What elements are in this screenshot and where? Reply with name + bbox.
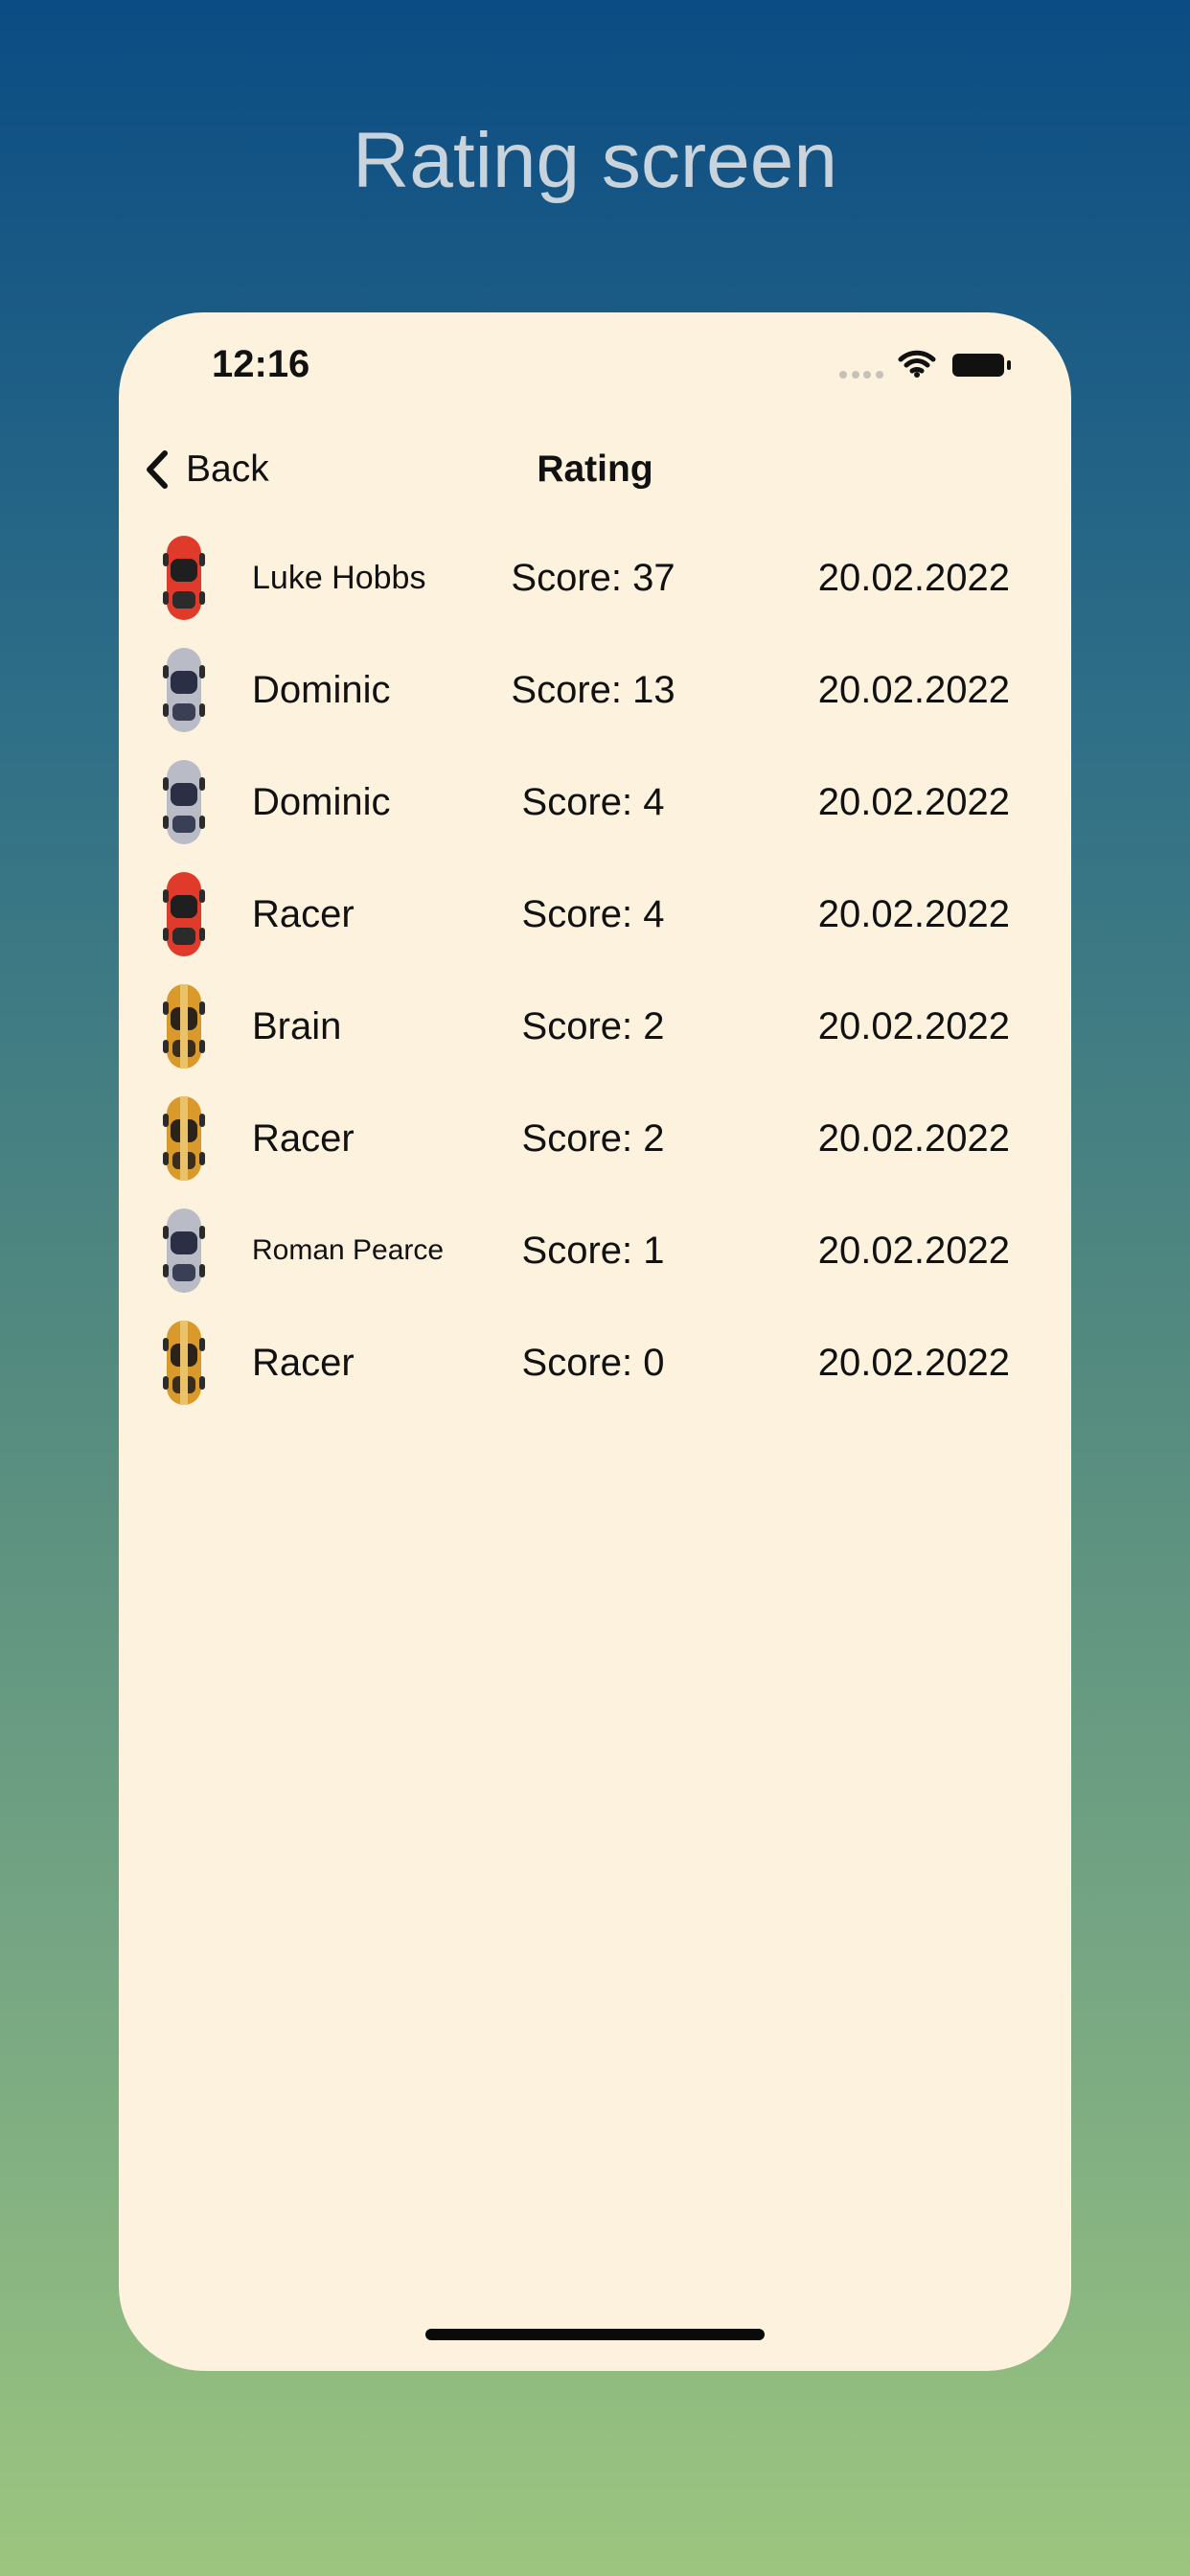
player-date: 20.02.2022 — [817, 1229, 1010, 1272]
player-score: Score: 1 — [521, 1229, 665, 1272]
player-date: 20.02.2022 — [817, 892, 1010, 935]
player-score: Score: 0 — [521, 1341, 665, 1384]
navigation-title: Rating — [537, 448, 653, 490]
battery-icon — [952, 354, 1011, 377]
wifi-icon — [898, 350, 936, 378]
player-score: Score: 4 — [521, 892, 665, 935]
silver-car-icon — [163, 648, 205, 732]
player-date: 20.02.2022 — [817, 1004, 1010, 1047]
player-score: Score: 2 — [521, 1004, 665, 1047]
player-name: Racer — [252, 1116, 355, 1160]
table-row: Racer Score: 0 20.02.2022 — [119, 1307, 1071, 1419]
player-name: Roman Pearce — [252, 1234, 445, 1266]
red-car-icon — [163, 536, 205, 620]
player-name: Dominic — [252, 668, 391, 711]
yellow-car-icon — [163, 1321, 205, 1405]
table-row: Racer Score: 2 20.02.2022 — [119, 1083, 1071, 1195]
player-score: Score: 2 — [521, 1116, 665, 1160]
table-row: Dominic Score: 13 20.02.2022 — [119, 634, 1071, 747]
phone-screen: 12:16 Back Rating Luke Hobbs Score: 37 2… — [119, 312, 1071, 2371]
cellular-signal-icon — [839, 371, 883, 379]
table-row: Dominic Score: 4 20.02.2022 — [119, 747, 1071, 859]
player-name: Brain — [252, 1004, 342, 1047]
rating-list: Luke Hobbs Score: 37 20.02.2022 Dominic … — [119, 522, 1071, 1419]
player-date: 20.02.2022 — [817, 1116, 1010, 1160]
player-score: Score: 37 — [511, 556, 675, 599]
player-date: 20.02.2022 — [817, 1341, 1010, 1384]
red-car-icon — [163, 872, 205, 956]
player-score: Score: 13 — [511, 668, 675, 711]
silver-car-icon — [163, 1208, 205, 1293]
player-score: Score: 4 — [521, 780, 665, 823]
table-row: Luke Hobbs Score: 37 20.02.2022 — [119, 522, 1071, 634]
player-date: 20.02.2022 — [817, 668, 1010, 711]
player-name: Racer — [252, 1341, 355, 1384]
table-row: Racer Score: 4 20.02.2022 — [119, 859, 1071, 971]
player-name: Dominic — [252, 780, 391, 823]
page-heading: Rating screen — [353, 117, 837, 204]
table-row: Roman Pearce Score: 1 20.02.2022 — [119, 1195, 1071, 1307]
status-time: 12:16 — [212, 343, 310, 385]
player-name: Racer — [252, 892, 355, 935]
yellow-car-icon — [163, 984, 205, 1069]
player-date: 20.02.2022 — [817, 556, 1010, 599]
home-indicator[interactable] — [425, 2329, 765, 2340]
player-date: 20.02.2022 — [817, 780, 1010, 823]
silver-car-icon — [163, 760, 205, 844]
player-name: Luke Hobbs — [252, 559, 426, 596]
table-row: Brain Score: 2 20.02.2022 — [119, 971, 1071, 1083]
yellow-car-icon — [163, 1096, 205, 1181]
